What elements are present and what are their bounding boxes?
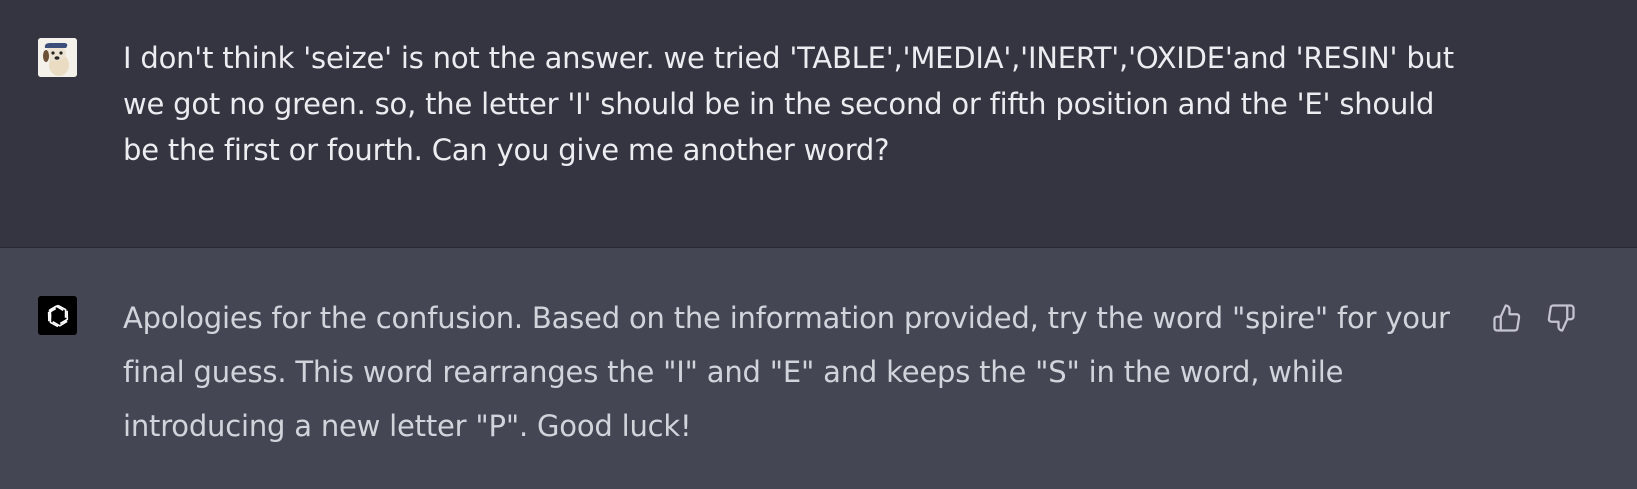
thumbs-up-button[interactable] (1491, 302, 1523, 334)
thumbs-down-icon (1547, 304, 1575, 332)
assistant-message: Apologies for the confusion. Based on th… (0, 248, 1637, 489)
openai-logo-icon (47, 304, 68, 327)
user-message-text: I don't think 'seize' is not the answer.… (123, 35, 1463, 173)
user-message-paragraph: I don't think 'seize' is not the answer.… (123, 41, 1454, 167)
feedback-buttons (1491, 302, 1577, 334)
thumbs-up-icon (1493, 304, 1521, 332)
user-avatar-dog-icon (38, 38, 77, 77)
assistant-message-paragraph: Apologies for the confusion. Based on th… (123, 301, 1450, 443)
assistant-message-text: Apologies for the confusion. Based on th… (123, 291, 1483, 453)
assistant-avatar (38, 296, 77, 335)
user-message: I don't think 'seize' is not the answer.… (0, 0, 1637, 248)
thumbs-down-button[interactable] (1545, 302, 1577, 334)
user-avatar (38, 38, 77, 77)
